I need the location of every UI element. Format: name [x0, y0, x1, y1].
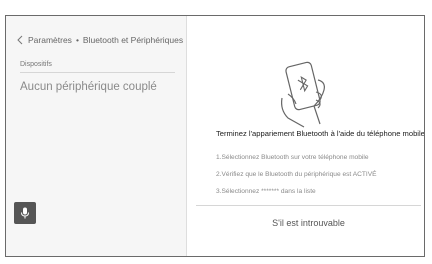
section-divider	[20, 72, 175, 73]
breadcrumb: Paramètres • Bluetooth et Périphériques	[16, 35, 183, 45]
screen-frame: Paramètres • Bluetooth et Périphériques …	[5, 15, 425, 257]
breadcrumb-current: Bluetooth et Périphériques	[82, 35, 184, 45]
voice-command-button[interactable]	[14, 202, 36, 224]
devices-panel: Paramètres • Bluetooth et Périphériques …	[6, 16, 186, 256]
not-found-button[interactable]: S'il est introuvable	[196, 212, 421, 234]
pairing-step: 2.Vérifiez que le Bluetooth du périphéri…	[216, 171, 377, 178]
breadcrumb-separator: •	[75, 35, 79, 45]
devices-section-label: Dispositifs	[20, 61, 52, 68]
pairing-instruction: Terminez l'appariement Bluetooth à l'aid…	[216, 129, 425, 138]
pairing-step: 1.Sélectionnez Bluetooth sur votre télép…	[216, 154, 369, 161]
microphone-icon	[21, 207, 29, 219]
steps-divider	[196, 205, 421, 206]
back-button[interactable]	[16, 35, 24, 45]
pairing-step: 3.Sélectionnez ******* dans la liste	[216, 188, 316, 195]
breadcrumb-parent[interactable]: Paramètres	[28, 35, 72, 45]
chevron-left-icon	[17, 35, 23, 45]
hand-holding-phone-bluetooth-icon	[281, 61, 325, 128]
no-paired-devices-message: Aucun périphérique couplé	[20, 81, 157, 93]
panel-divider	[186, 16, 187, 256]
